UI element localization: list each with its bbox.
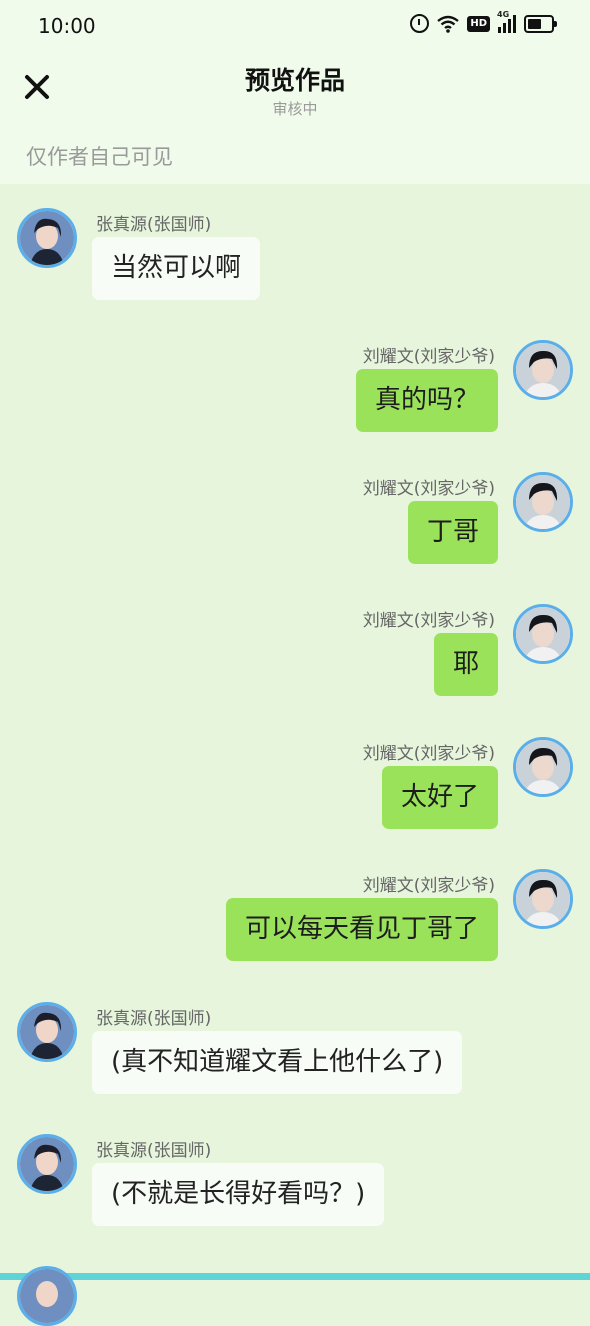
sender-name: 张真源(张国师) (96, 1141, 212, 1161)
sender-name: 刘耀文(刘家少爷) (362, 876, 495, 896)
avatar[interactable] (513, 869, 573, 929)
wifi-icon (437, 15, 460, 33)
message-bubble[interactable]: 丁哥 (407, 501, 498, 564)
cellular-signal-icon: 4G (497, 10, 516, 33)
message-bubble[interactable]: (真不知道耀文看上他什么了) (92, 1031, 463, 1094)
avatar[interactable] (17, 1002, 77, 1062)
hd-badge: HD (467, 15, 490, 32)
header: 预览作品 审核中 仅作者自己可见 (0, 52, 590, 184)
sender-name: 张真源(张国师) (96, 1009, 212, 1029)
review-status: 审核中 (272, 100, 318, 118)
avatar[interactable] (513, 604, 573, 664)
visibility-note: 仅作者自己可见 (26, 145, 173, 169)
sender-name: 刘耀文(刘家少爷) (362, 611, 495, 631)
page-title: 预览作品 (244, 66, 345, 95)
battery-icon (524, 14, 557, 33)
alarm-icon (410, 14, 430, 33)
message-bubble[interactable]: (不就是长得好看吗？) (92, 1163, 385, 1226)
avatar[interactable] (513, 737, 573, 797)
message-bubble[interactable]: 太好了 (381, 766, 498, 829)
message-bubble[interactable]: 当然可以啊 (92, 237, 261, 300)
message-bubble[interactable]: 耶 (433, 633, 498, 696)
sender-name: 刘耀文(刘家少爷) (362, 479, 495, 499)
status-icons: HD 4G (410, 10, 557, 33)
sender-name: 刘耀文(刘家少爷) (362, 744, 495, 764)
chat-list[interactable]: 张真源(张国师) 当然可以啊 刘耀文(刘家少爷) 真的吗？ 刘耀文(刘家少爷) … (0, 184, 590, 1280)
status-bar: 10:00 HD 4G (0, 0, 590, 52)
message-bubble[interactable]: 可以每天看见丁哥了 (225, 898, 498, 961)
message-bubble[interactable]: 真的吗？ (355, 369, 498, 432)
network-label: 4G (497, 9, 510, 19)
avatar[interactable] (17, 208, 77, 268)
avatar[interactable] (513, 472, 573, 532)
status-time: 10:00 (38, 14, 96, 38)
sender-name: 张真源(张国师) (96, 215, 212, 235)
avatar[interactable] (513, 340, 573, 400)
avatar[interactable] (17, 1134, 77, 1194)
sender-name: 刘耀文(刘家少爷) (362, 347, 495, 367)
avatar[interactable] (17, 1266, 77, 1326)
bottom-bar (0, 1273, 590, 1280)
